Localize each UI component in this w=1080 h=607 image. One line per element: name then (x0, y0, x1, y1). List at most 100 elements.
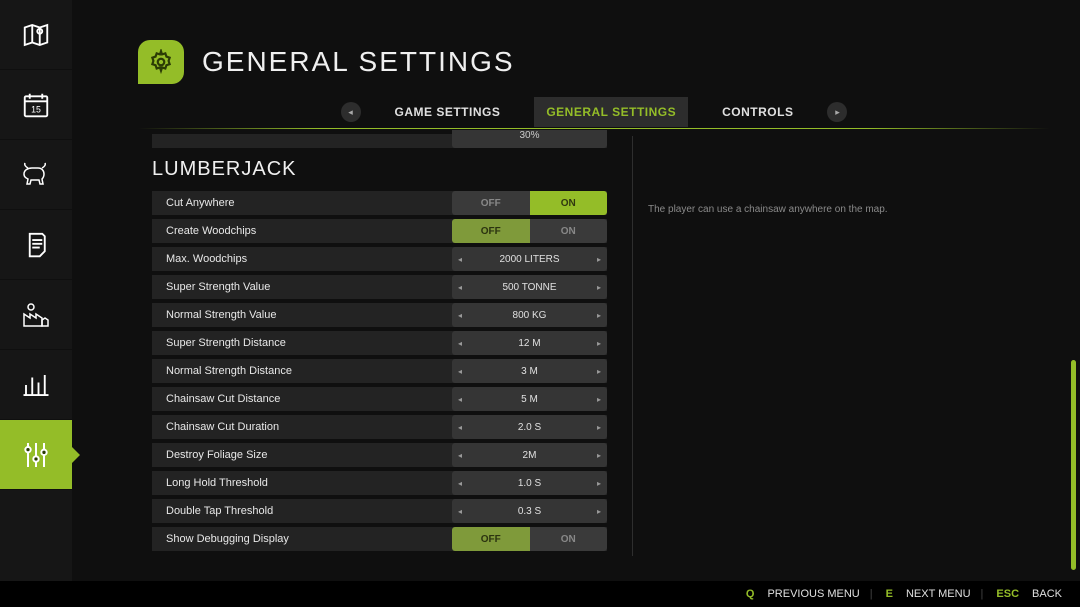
barchart-icon (21, 370, 51, 400)
toggle[interactable]: OFFON (452, 219, 607, 243)
value-stepper[interactable]: ◂0.3 S▸ (452, 499, 607, 523)
nav-calendar[interactable]: 15 (0, 70, 72, 140)
tab-game-settings[interactable]: GAME SETTINGS (383, 97, 513, 127)
svg-text:15: 15 (31, 104, 41, 114)
gear-icon (148, 49, 174, 75)
stepper-next[interactable]: ▸ (591, 311, 607, 320)
toggle-on[interactable]: ON (530, 527, 608, 551)
setting-label: Create Woodchips (166, 225, 256, 237)
stepper-next[interactable]: ▸ (591, 283, 607, 292)
stepper-value: 800 KG (468, 310, 591, 321)
setting-label: Chainsaw Cut Distance (166, 393, 280, 405)
value-stepper[interactable]: ◂1.0 S▸ (452, 471, 607, 495)
value-stepper[interactable]: ◂12 M▸ (452, 331, 607, 355)
value-stepper[interactable]: ◂2000 LITERS▸ (452, 247, 607, 271)
tab-general-settings[interactable]: GENERAL SETTINGS (534, 97, 688, 127)
stepper-value: 3 M (468, 366, 591, 377)
next-menu-label[interactable]: NEXT MENU (906, 588, 971, 600)
toggle[interactable]: OFFON (452, 527, 607, 551)
tab-bar: ◂ GAME SETTINGS GENERAL SETTINGS CONTROL… (138, 98, 1050, 126)
page-header: GENERAL SETTINGS (138, 40, 515, 84)
stepper-prev[interactable]: ◂ (452, 311, 468, 320)
page-title: GENERAL SETTINGS (202, 46, 515, 78)
setting-label: Max. Woodchips (166, 253, 247, 265)
stepper-prev[interactable]: ◂ (452, 395, 468, 404)
calendar-icon: 15 (21, 90, 51, 120)
stepper-prev[interactable]: ◂ (452, 367, 468, 376)
stepper-prev[interactable]: ◂ (452, 423, 468, 432)
nav-animals[interactable] (0, 140, 72, 210)
toggle-off[interactable]: OFF (452, 527, 530, 551)
setting-row: Create Woodchips OFFON (152, 219, 607, 243)
factory-icon (20, 300, 52, 330)
setting-label: Double Tap Threshold (166, 505, 273, 517)
toggle-off[interactable]: OFF (452, 219, 530, 243)
nav-stats[interactable] (0, 350, 72, 420)
tab-prev-button[interactable]: ◂ (341, 102, 361, 122)
toggle-on[interactable]: ON (530, 191, 608, 215)
stepper-next[interactable]: ▸ (591, 255, 607, 264)
nav-map[interactable] (0, 0, 72, 70)
setting-row: Normal Strength Distance◂3 M▸ (152, 359, 607, 383)
map-icon (21, 20, 51, 50)
stepper-prev[interactable]: ◂ (452, 283, 468, 292)
stepper-value: 500 TONNE (468, 282, 591, 293)
prev-menu-label[interactable]: PREVIOUS MENU (767, 588, 859, 600)
stepper-value: 2.0 S (468, 422, 591, 433)
left-nav-rail: 15 (0, 0, 72, 607)
stepper-next[interactable]: ▸ (591, 479, 607, 488)
setting-label: Super Strength Value (166, 281, 270, 293)
setting-row: Max. Woodchips ◂2000 LITERS▸ (152, 247, 607, 271)
key-esc: ESC (993, 588, 1022, 600)
tab-underline (138, 128, 1050, 129)
setting-row: Long Hold Threshold ◂1.0 S▸ (152, 471, 607, 495)
stepper-next[interactable]: ▸ (591, 423, 607, 432)
value-stepper[interactable]: ◂800 KG▸ (452, 303, 607, 327)
setting-label: Super Strength Distance (166, 337, 286, 349)
stepper-prev[interactable]: ◂ (452, 507, 468, 516)
setting-row: Show Debugging Display OFFON (152, 527, 607, 551)
stepper-next[interactable]: ▸ (591, 367, 607, 376)
stepper-prev[interactable]: ◂ (452, 255, 468, 264)
setting-label: Show Debugging Display (166, 533, 289, 545)
partial-row-value[interactable]: 30% (452, 130, 607, 148)
value-stepper[interactable]: ◂500 TONNE▸ (452, 275, 607, 299)
scroll-thumb[interactable] (1071, 360, 1076, 570)
stepper-next[interactable]: ▸ (591, 395, 607, 404)
value-stepper[interactable]: ◂5 M▸ (452, 387, 607, 411)
nav-production[interactable] (0, 280, 72, 350)
header-gear-badge (138, 40, 184, 84)
stepper-next[interactable]: ▸ (591, 507, 607, 516)
nav-contracts[interactable] (0, 210, 72, 280)
stepper-value: 1.0 S (468, 478, 591, 489)
setting-row: Double Tap Threshold ◂0.3 S▸ (152, 499, 607, 523)
stepper-prev[interactable]: ◂ (452, 339, 468, 348)
toggle-off[interactable]: OFF (452, 191, 530, 215)
setting-label: Long Hold Threshold (166, 477, 268, 489)
stepper-prev[interactable]: ◂ (452, 479, 468, 488)
setting-row: Super Strength Value ◂500 TONNE▸ (152, 275, 607, 299)
key-q: Q (743, 588, 758, 600)
stepper-prev[interactable]: ◂ (452, 451, 468, 460)
value-stepper[interactable]: ◂2.0 S▸ (452, 415, 607, 439)
tab-controls[interactable]: CONTROLS (710, 97, 805, 127)
documents-icon (21, 230, 51, 260)
tab-next-button[interactable]: ▸ (827, 102, 847, 122)
stepper-value: 2M (468, 450, 591, 461)
scrollbar[interactable] (1071, 130, 1076, 570)
stepper-next[interactable]: ▸ (591, 451, 607, 460)
setting-row: Destroy Foliage Size◂2M▸ (152, 443, 607, 467)
nav-settings[interactable] (0, 420, 72, 490)
back-label[interactable]: BACK (1032, 588, 1062, 600)
value-stepper[interactable]: ◂2M▸ (452, 443, 607, 467)
key-e: E (883, 588, 896, 600)
partial-row: 30% (152, 134, 607, 148)
vertical-divider (632, 136, 633, 556)
value-stepper[interactable]: ◂3 M▸ (452, 359, 607, 383)
stepper-next[interactable]: ▸ (591, 339, 607, 348)
sliders-icon (20, 439, 52, 471)
setting-row: Chainsaw Cut Distance ◂5 M▸ (152, 387, 607, 411)
stepper-value: 12 M (468, 338, 591, 349)
toggle-on[interactable]: ON (530, 219, 608, 243)
toggle[interactable]: OFFON (452, 191, 607, 215)
